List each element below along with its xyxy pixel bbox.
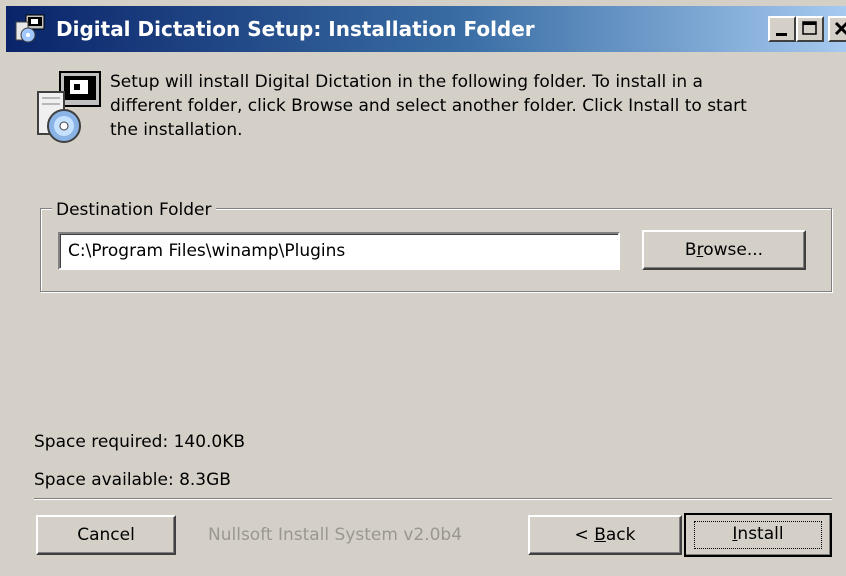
setup-cd-icon — [34, 70, 104, 146]
close-icon — [834, 21, 846, 36]
browse-label-post: owse... — [703, 240, 764, 260]
installer-icon — [14, 14, 46, 44]
installer-window: Digital Dictation Setup: Installation Fo… — [0, 0, 846, 576]
browse-button[interactable]: Browse... — [642, 230, 806, 270]
back-label-pre: < — [574, 525, 595, 545]
intro-line-3: the installation. — [110, 120, 243, 140]
cancel-label: Cancel — [77, 525, 135, 545]
window-title: Digital Dictation Setup: Installation Fo… — [56, 17, 535, 41]
space-required: Space required: 140.0KB — [34, 432, 246, 452]
space-available: Space available: 8.3GB — [34, 470, 231, 490]
destination-folder-label: Destination Folder — [52, 199, 216, 221]
back-label-post: ack — [605, 525, 636, 545]
intro-line-1: Setup will install Digital Dictation in … — [110, 72, 703, 92]
minimize-icon — [776, 33, 787, 36]
cancel-button[interactable]: Cancel — [36, 515, 176, 555]
title-bar[interactable]: Digital Dictation Setup: Installation Fo… — [6, 6, 846, 52]
back-label-accel: B — [594, 525, 606, 545]
intro-line-2: different folder, click Browse and selec… — [110, 96, 747, 116]
branding-text: Nullsoft Install System v2.0b4 — [208, 525, 463, 545]
intro-text: Setup will install Digital Dictation in … — [110, 70, 840, 142]
browse-label-pre: B — [684, 240, 697, 260]
maximize-icon — [802, 21, 817, 35]
footer-separator — [34, 498, 832, 500]
destination-path-field[interactable] — [58, 232, 620, 270]
install-label-post: nstall — [737, 524, 784, 544]
close-button[interactable] — [828, 16, 846, 42]
install-button[interactable]: Install — [684, 513, 832, 557]
minimize-button[interactable] — [768, 16, 796, 42]
maximize-button[interactable] — [796, 16, 824, 42]
back-button[interactable]: < Back — [528, 515, 682, 555]
